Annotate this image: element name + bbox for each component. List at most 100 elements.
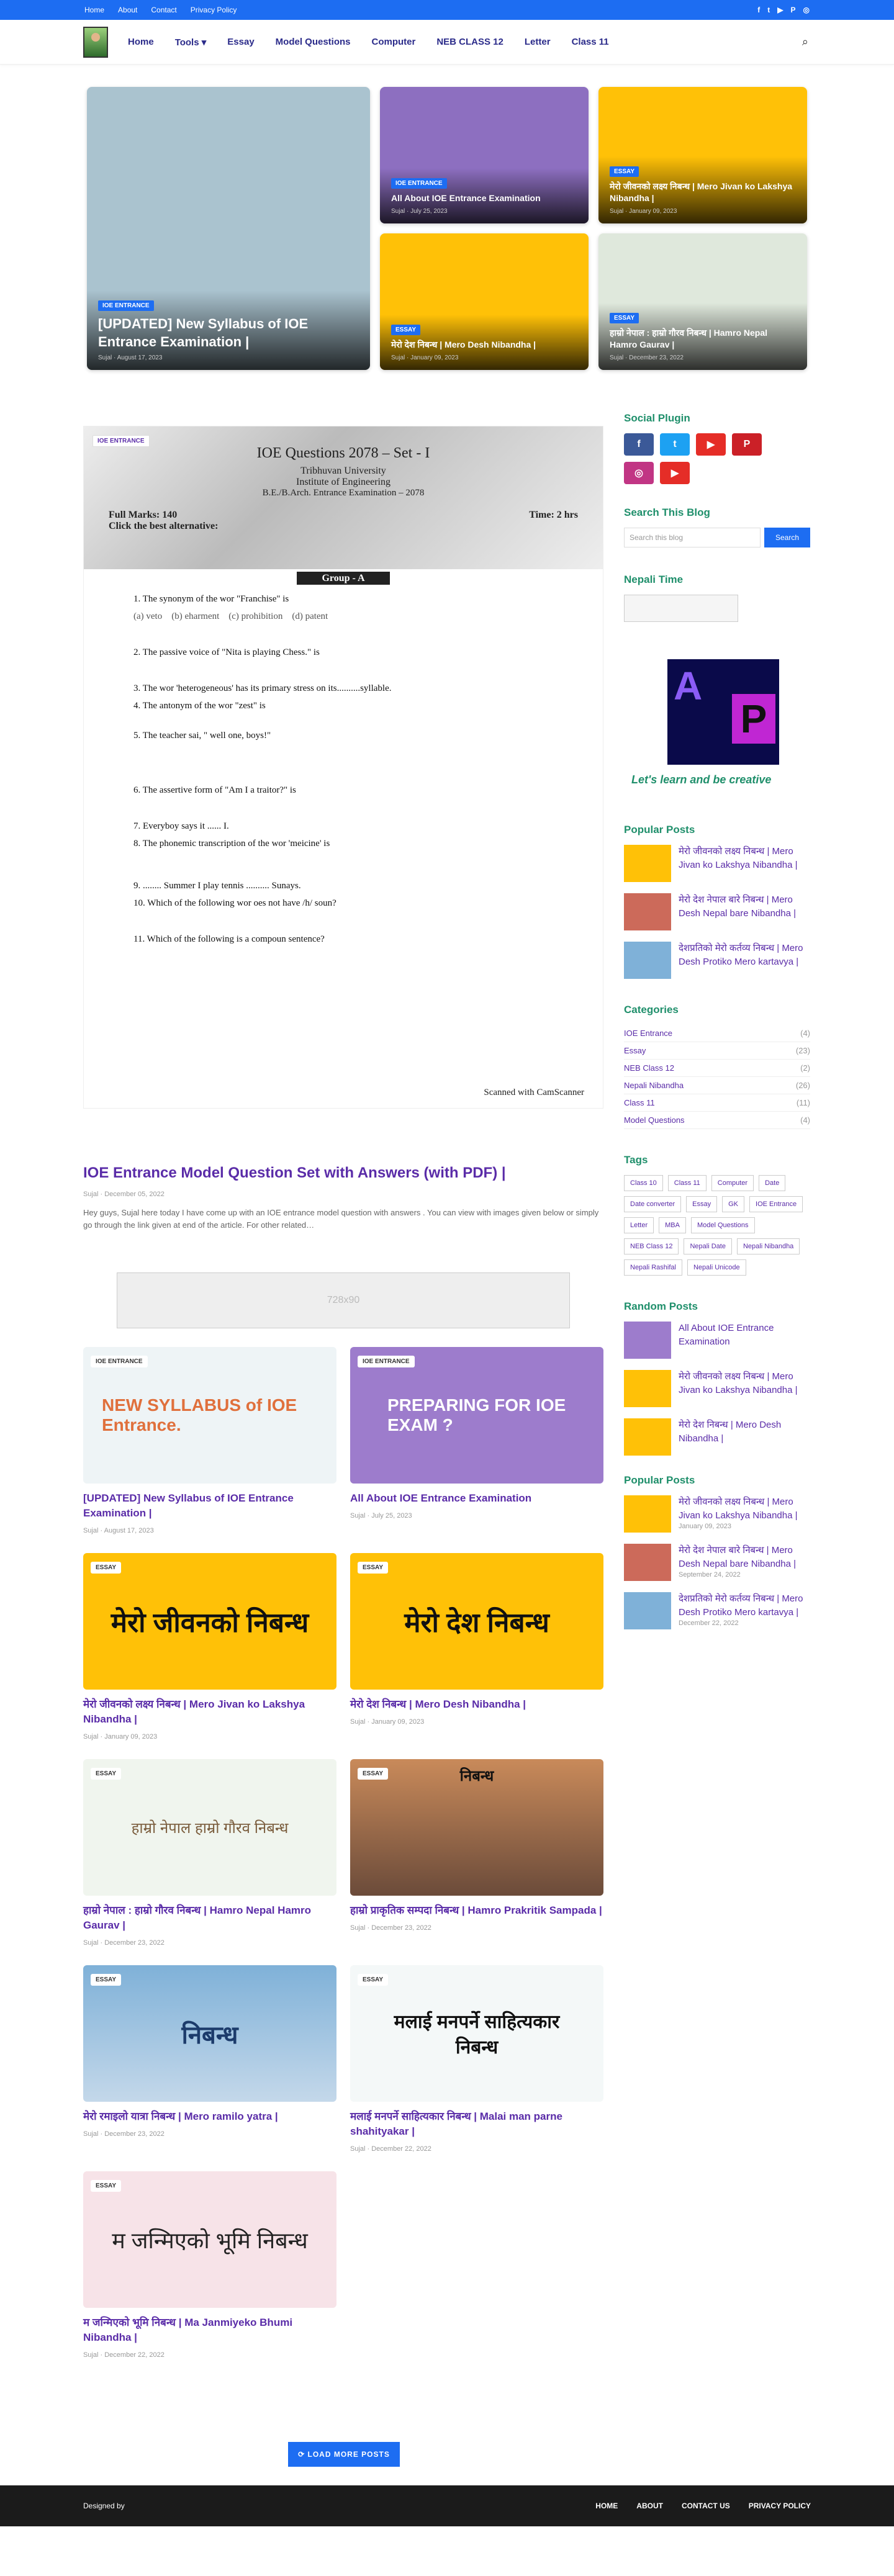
category-item[interactable]: IOE Entrance (4) — [624, 1025, 810, 1042]
nav-neb-class-12[interactable]: NEB CLASS 12 — [436, 37, 503, 48]
search-icon[interactable]: ⌕ — [802, 35, 808, 48]
tag[interactable]: Nepali Rashifal — [624, 1259, 682, 1276]
hero-card-5[interactable]: ESSAY हाम्रो नेपाल : हाम्रो गौरव निबन्ध |… — [598, 233, 807, 370]
ad-banner[interactable]: 728x90 — [117, 1272, 570, 1328]
popular-title[interactable]: मेरो जीवनको लक्ष्य निबन्ध | Mero Jivan k… — [679, 1495, 810, 1523]
instagram-icon[interactable]: ◎ — [803, 6, 810, 14]
post-card[interactable]: NEW SYLLABUS of IOE Entrance. IOE ENTRANC… — [83, 1347, 336, 1534]
post-thumbnail[interactable]: मेरो जीवनको निबन्ध ESSAY — [83, 1553, 336, 1690]
post-card[interactable]: मेरो जीवनको निबन्ध ESSAY मेरो जीवनको लक्ष… — [83, 1553, 336, 1741]
tag[interactable]: Letter — [624, 1217, 654, 1233]
post-card[interactable]: म जन्मिएको भूमि निबन्ध ESSAY म जन्मिएको भ… — [83, 2171, 336, 2359]
top-link-privacy[interactable]: Privacy Policy — [191, 6, 237, 14]
post-title[interactable]: हाम्रो नेपाल : हाम्रो गौरव निबन्ध | Hamr… — [83, 1903, 336, 1933]
random-title[interactable]: All About IOE Entrance Examination — [679, 1322, 810, 1359]
popular-title[interactable]: देशप्रतिको मेरो कर्तव्य निबन्ध | Mero De… — [679, 1592, 810, 1619]
tag[interactable]: Date — [759, 1175, 786, 1191]
post-thumbnail[interactable]: मेरो देश निबन्ध ESSAY — [350, 1553, 603, 1690]
post-title[interactable]: मेरो रमाइलो यात्रा निबन्ध | Mero ramilo … — [83, 2109, 336, 2124]
hero-card-main[interactable]: IOE ENTRANCE [UPDATED] New Syllabus of IO… — [87, 87, 370, 370]
popular-post[interactable]: मेरो देश नेपाल बारे निबन्ध | Mero Desh N… — [624, 893, 810, 930]
tag[interactable]: Nepali Date — [684, 1238, 732, 1254]
category-item[interactable]: Nepali Nibandha (26) — [624, 1077, 810, 1094]
post-card[interactable]: मलाई मनपर्ने साहित्यकार निबन्ध ESSAY मलाई… — [350, 1965, 603, 2153]
nav-home[interactable]: Home — [128, 37, 154, 48]
youtube-icon[interactable]: ▶ — [696, 433, 726, 456]
search-button[interactable]: Search — [764, 528, 810, 547]
top-link-about[interactable]: About — [118, 6, 137, 14]
popular-thumb[interactable] — [624, 942, 671, 979]
popular-post[interactable]: मेरो जीवनको लक्ष्य निबन्ध | Mero Jivan k… — [624, 1495, 810, 1533]
tag[interactable]: Class 11 — [667, 1175, 707, 1191]
category-name[interactable]: Essay — [624, 1046, 646, 1055]
post-thumbnail[interactable]: म जन्मिएको भूमि निबन्ध ESSAY — [83, 2171, 336, 2308]
pinterest-icon[interactable]: P — [732, 433, 762, 456]
tag[interactable]: IOE Entrance — [749, 1196, 803, 1212]
site-logo[interactable] — [83, 26, 108, 58]
category-name[interactable]: NEB Class 12 — [624, 1063, 674, 1073]
tag[interactable]: Computer — [711, 1175, 754, 1191]
hero-card-2[interactable]: IOE ENTRANCE All About IOE Entrance Exami… — [380, 87, 589, 223]
nav-computer[interactable]: Computer — [372, 37, 416, 48]
post-title[interactable]: म जन्मिएको भूमि निबन्ध | Ma Janmiyeko Bh… — [83, 2315, 336, 2345]
post-thumbnail[interactable]: NEW SYLLABUS of IOE Entrance. IOE ENTRANC… — [83, 1347, 336, 1484]
post-title[interactable]: हाम्रो प्राकृतिक सम्पदा निबन्ध | Hamro P… — [350, 1903, 603, 1918]
hero-card-3[interactable]: ESSAY मेरो जीवनको लक्ष्य निबन्ध | Mero Ji… — [598, 87, 807, 223]
tag[interactable]: Essay — [686, 1196, 718, 1212]
random-thumb[interactable] — [624, 1370, 671, 1407]
popular-post[interactable]: देशप्रतिको मेरो कर्तव्य निबन्ध | Mero De… — [624, 942, 810, 979]
footer-link-about[interactable]: ABOUT — [636, 2502, 663, 2510]
footer-link-privacy[interactable]: PRIVACY POLICY — [749, 2502, 811, 2510]
tag[interactable]: Nepali Nibandha — [736, 1238, 800, 1254]
twitter-icon[interactable]: t — [767, 6, 770, 14]
load-more-button[interactable]: ⟳ LOAD MORE POSTS — [288, 2442, 400, 2467]
category-item[interactable]: Class 11 (11) — [624, 1094, 810, 1112]
popular-post[interactable]: मेरो जीवनको लक्ष्य निबन्ध | Mero Jivan k… — [624, 845, 810, 882]
popular-thumb[interactable] — [624, 845, 671, 882]
tag[interactable]: MBA — [659, 1217, 686, 1233]
popular-title[interactable]: मेरो देश नेपाल बारे निबन्ध | Mero Desh N… — [679, 1544, 810, 1571]
nav-class-11[interactable]: Class 11 — [572, 37, 609, 48]
post-title[interactable]: मेरो देश निबन्ध | Mero Desh Nibandha | — [350, 1697, 603, 1712]
footer-link-contact[interactable]: CONTACT US — [682, 2502, 730, 2510]
category-name[interactable]: Class 11 — [624, 1098, 655, 1107]
popular-title[interactable]: मेरो देश नेपाल बारे निबन्ध | Mero Desh N… — [679, 893, 810, 930]
popular-post[interactable]: देशप्रतिको मेरो कर्तव्य निबन्ध | Mero De… — [624, 1592, 810, 1629]
post-thumbnail[interactable]: हाम्रो नेपाल हाम्रो गौरव निबन्ध ESSAY — [83, 1759, 336, 1896]
tag[interactable]: GK — [722, 1196, 745, 1212]
post-card[interactable]: मेरो देश निबन्ध ESSAY मेरो देश निबन्ध | M… — [350, 1553, 603, 1741]
popular-thumb[interactable] — [624, 893, 671, 930]
category-name[interactable]: Model Questions — [624, 1115, 685, 1125]
post-card[interactable]: निबन्ध ESSAY मेरो रमाइलो यात्रा निबन्ध | … — [83, 1965, 336, 2153]
category-name[interactable]: Nepali Nibandha — [624, 1081, 684, 1090]
post-card[interactable]: PREPARING FOR IOE EXAM ? IOE ENTRANCE All… — [350, 1347, 603, 1534]
post-title[interactable]: मेरो जीवनको लक्ष्य निबन्ध | Mero Jivan k… — [83, 1697, 336, 1727]
nav-tools[interactable]: Tools ▾ — [175, 37, 207, 48]
twitter-icon[interactable]: t — [660, 433, 690, 456]
post-card[interactable]: हाम्रो नेपाल हाम्रो गौरव निबन्ध ESSAY हाम… — [83, 1759, 336, 1947]
popular-thumb[interactable] — [624, 1544, 671, 1581]
top-link-home[interactable]: Home — [84, 6, 104, 14]
pinterest-icon[interactable]: P — [791, 6, 796, 14]
category-item[interactable]: Essay (23) — [624, 1042, 810, 1060]
random-thumb[interactable] — [624, 1322, 671, 1359]
facebook-icon[interactable]: f — [624, 433, 654, 456]
instagram-icon[interactable]: ◎ — [624, 462, 654, 484]
tag[interactable]: Model Questions — [690, 1217, 755, 1233]
post-thumbnail[interactable]: निबन्ध ESSAY — [83, 1965, 336, 2102]
tag[interactable]: Date converter — [624, 1196, 682, 1212]
random-thumb[interactable] — [624, 1418, 671, 1456]
question-paper-image[interactable]: IOE Questions 2078 – Set - I Tribhuvan U… — [83, 426, 603, 1109]
random-title[interactable]: मेरो देश निबन्ध | Mero Desh Nibandha | — [679, 1418, 810, 1456]
top-link-contact[interactable]: Contact — [151, 6, 176, 14]
nav-essay[interactable]: Essay — [227, 37, 254, 48]
random-post[interactable]: मेरो देश निबन्ध | Mero Desh Nibandha | — [624, 1418, 810, 1456]
popular-title[interactable]: मेरो जीवनको लक्ष्य निबन्ध | Mero Jivan k… — [679, 845, 810, 882]
hero-card-4[interactable]: ESSAY मेरो देश निबन्ध | Mero Desh Nibandh… — [380, 233, 589, 370]
youtube-icon[interactable]: ▶ — [777, 6, 783, 14]
post-title[interactable]: मलाई मनपर्ने साहित्यकार निबन्ध | Malai m… — [350, 2109, 603, 2139]
featured-title[interactable]: IOE Entrance Model Question Set with Ans… — [83, 1164, 603, 1182]
category-name[interactable]: IOE Entrance — [624, 1029, 672, 1038]
category-item[interactable]: NEB Class 12 (2) — [624, 1060, 810, 1077]
post-title[interactable]: All About IOE Entrance Examination — [350, 1491, 603, 1506]
